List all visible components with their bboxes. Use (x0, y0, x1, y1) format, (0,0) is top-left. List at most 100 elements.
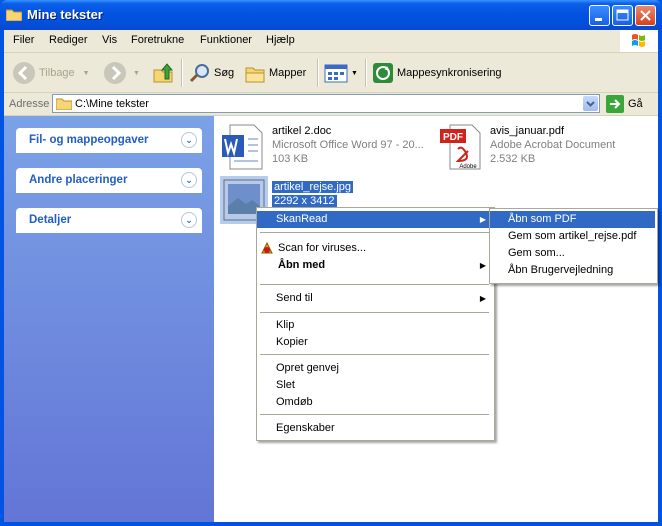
panel-details[interactable]: Detaljer ⌄ (16, 208, 202, 233)
forward-dropdown-icon[interactable]: ▼ (133, 70, 140, 77)
submenu-item-open-user-guide[interactable]: Åbn Brugervejledning (490, 262, 655, 279)
toolbar-separator (365, 59, 367, 87)
submenu-item-open-as-pdf[interactable]: Åbn som PDF (490, 211, 655, 228)
menu-item-delete[interactable]: Slet (257, 377, 492, 394)
maximize-button[interactable] (612, 5, 633, 26)
menu-item-label: Åbn Brugervejledning (508, 264, 614, 276)
menu-separator (260, 232, 489, 233)
chevron-down-icon[interactable]: ⌄ (181, 132, 197, 148)
virus-scan-icon (261, 241, 273, 254)
menu-hjaelp[interactable]: Hjælp (266, 34, 295, 46)
menu-item-label: Åbn som PDF (508, 213, 577, 225)
file-name: artikel_rejse.jpg (272, 181, 354, 193)
menu-foretrukne[interactable]: Foretrukne (131, 34, 184, 46)
menu-item-cut[interactable]: Klip (257, 317, 492, 334)
panel-file-folder-tasks[interactable]: Fil- og mappeopgaver ⌄ (16, 128, 202, 153)
file-type: Microsoft Office Word 97 - 20... (272, 139, 424, 151)
menu-rediger[interactable]: Rediger (49, 34, 88, 46)
minimize-icon (595, 18, 602, 21)
up-folder-icon (153, 63, 174, 83)
go-button[interactable]: Gå (606, 95, 643, 113)
chevron-down-icon (586, 101, 595, 107)
back-arrow-icon (13, 62, 35, 84)
toolbar-separator (317, 59, 319, 87)
address-dropdown-button[interactable] (583, 96, 598, 111)
windows-logo-icon (620, 30, 658, 52)
close-button[interactable] (635, 5, 656, 26)
minimize-button[interactable] (589, 5, 610, 26)
maximize-icon (616, 9, 629, 21)
up-folder-button[interactable] (152, 61, 174, 85)
menu-item-scan-viruses[interactable]: Scan for viruses... (257, 240, 492, 257)
window-title: Mine tekster (27, 7, 103, 22)
pdf-document-icon: PDF Adobe (440, 124, 481, 170)
folder-sync-button[interactable]: Mappesynkronisering (372, 61, 502, 85)
menu-item-label: Gem som artikel_rejse.pdf (508, 230, 637, 242)
standard-toolbar: Tilbage ▼ ▼ Søg Mapper ▼ Mappesynkronise… (4, 53, 658, 93)
folders-icon (245, 67, 265, 83)
panel-other-places[interactable]: Andre placeringer ⌄ (16, 168, 202, 193)
menu-item-copy[interactable]: Kopier (257, 334, 492, 351)
menu-item-create-shortcut[interactable]: Opret genvej (257, 360, 492, 377)
address-path: C:\Mine tekster (75, 98, 149, 110)
forward-arrow-icon (104, 62, 126, 84)
folders-label: Mapper (269, 67, 307, 79)
menu-item-send-to[interactable]: Send til ▶ (257, 290, 492, 307)
views-icon (324, 64, 348, 83)
task-pane: Fil- og mappeopgaver ⌄ Andre placeringer… (4, 116, 214, 522)
go-label: Gå (628, 98, 643, 110)
word-document-icon (222, 124, 263, 170)
sync-label: Mappesynkronisering (397, 67, 502, 79)
menu-item-label: Egenskaber (276, 422, 335, 434)
menu-item-label: Kopier (276, 336, 308, 348)
chevron-down-icon[interactable]: ⌄ (181, 172, 197, 188)
menu-separator (260, 414, 489, 415)
submenu-item-save-as[interactable]: Gem som... (490, 245, 655, 262)
search-icon (189, 64, 209, 83)
context-menu: SkanRead ▶ Scan for viruses... Åbn med ▶… (256, 207, 495, 441)
chevron-down-icon[interactable]: ⌄ (181, 212, 197, 228)
submenu-item-save-as-pdf[interactable]: Gem som artikel_rejse.pdf (490, 228, 655, 245)
skanread-submenu: Åbn som PDF Gem som artikel_rejse.pdf Ge… (489, 208, 658, 284)
back-label: Tilbage (39, 67, 75, 79)
file-item[interactable]: PDF Adobe avis_januar.pdf Adobe Acrobat … (438, 123, 648, 171)
back-dropdown-icon[interactable]: ▼ (83, 70, 90, 77)
file-name: avis_januar.pdf (490, 125, 564, 137)
folders-button[interactable]: Mapper (244, 61, 306, 85)
file-item[interactable]: artikel 2.doc Microsoft Office Word 97 -… (220, 123, 430, 171)
menu-item-skanread[interactable]: SkanRead ▶ (257, 211, 492, 228)
menu-separator (260, 312, 489, 313)
views-dropdown-icon[interactable]: ▼ (351, 70, 358, 77)
menu-item-rename[interactable]: Omdøb (257, 394, 492, 411)
forward-button[interactable]: ▼ (103, 61, 140, 85)
menu-bar: Filer Rediger Vis Foretrukne Funktioner … (4, 30, 658, 53)
submenu-arrow-icon: ▶ (479, 261, 486, 270)
title-bar[interactable]: Mine tekster (0, 0, 662, 30)
search-button[interactable]: Søg (189, 61, 234, 85)
address-bar: Adresse C:\Mine tekster Gå (4, 93, 658, 116)
search-label: Søg (214, 67, 235, 79)
menu-vis[interactable]: Vis (102, 34, 117, 46)
folder-icon (6, 9, 22, 21)
menu-item-properties[interactable]: Egenskaber (257, 420, 492, 437)
panel-title: Fil- og mappeopgaver (29, 134, 149, 146)
file-type: Adobe Acrobat Document (490, 139, 616, 151)
menu-funktioner[interactable]: Funktioner (200, 34, 252, 46)
menu-item-label: Send til (276, 292, 313, 304)
menu-filer[interactable]: Filer (13, 34, 34, 46)
go-arrow-icon (606, 95, 624, 113)
menu-item-label: Gem som... (508, 247, 565, 259)
address-input[interactable]: C:\Mine tekster (52, 94, 600, 113)
file-dimensions: 2292 x 3412 (272, 195, 337, 207)
folder-icon (56, 98, 72, 110)
menu-item-label: Klip (276, 319, 295, 331)
views-button[interactable]: ▼ (324, 61, 358, 85)
menu-item-open-with[interactable]: Åbn med ▶ (257, 257, 492, 274)
toolbar-separator (181, 59, 183, 87)
menu-item-label: Slet (276, 379, 295, 391)
sync-icon (373, 63, 393, 83)
back-button[interactable]: Tilbage ▼ (12, 61, 90, 85)
address-label: Adresse (9, 98, 50, 110)
menu-item-label: Åbn med (278, 259, 326, 271)
menu-separator (260, 284, 489, 285)
